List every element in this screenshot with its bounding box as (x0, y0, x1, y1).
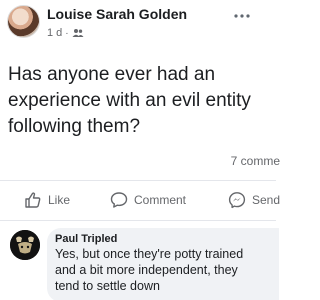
comment-text-line: Yes, but once they're potty trained (55, 247, 244, 261)
author-avatar[interactable] (7, 5, 40, 38)
like-label: Like (48, 193, 71, 207)
post-text: Has anyone ever had an experience with a… (8, 64, 251, 137)
send-label: Send (252, 193, 281, 207)
friends-icon (72, 28, 84, 38)
like-button[interactable]: Like (24, 186, 70, 214)
meta-separator: · (65, 27, 69, 39)
commenter-name[interactable]: Paul Tripled (55, 232, 271, 246)
post-header: Louise Sarah Golden 1 d · (0, 0, 276, 50)
messenger-icon (228, 191, 246, 209)
commenter-avatar[interactable] (10, 230, 40, 260)
comment: Paul Tripled Yes, but once they're potty… (0, 226, 279, 300)
more-options-icon[interactable] (232, 8, 252, 18)
comment-text-line: and a bit more independent, they (55, 263, 238, 277)
comment-bubble: Paul Tripled Yes, but once they're potty… (47, 228, 279, 300)
comment-count[interactable]: 7 comme (231, 154, 280, 168)
comment-button[interactable]: Comment (110, 186, 186, 214)
thumbs-up-icon (24, 191, 42, 209)
comment-icon (110, 191, 128, 209)
divider (0, 180, 276, 181)
comment-label: Comment (134, 193, 187, 207)
post-actions: Like Comment Send (0, 186, 280, 214)
author-name[interactable]: Louise Sarah Golden (47, 6, 187, 22)
post-meta: 1 d · (47, 27, 84, 39)
send-button[interactable]: Send (228, 186, 280, 214)
comment-text-line: tend to settle down (55, 279, 160, 293)
divider (0, 220, 276, 221)
post-time[interactable]: 1 d (47, 27, 62, 39)
